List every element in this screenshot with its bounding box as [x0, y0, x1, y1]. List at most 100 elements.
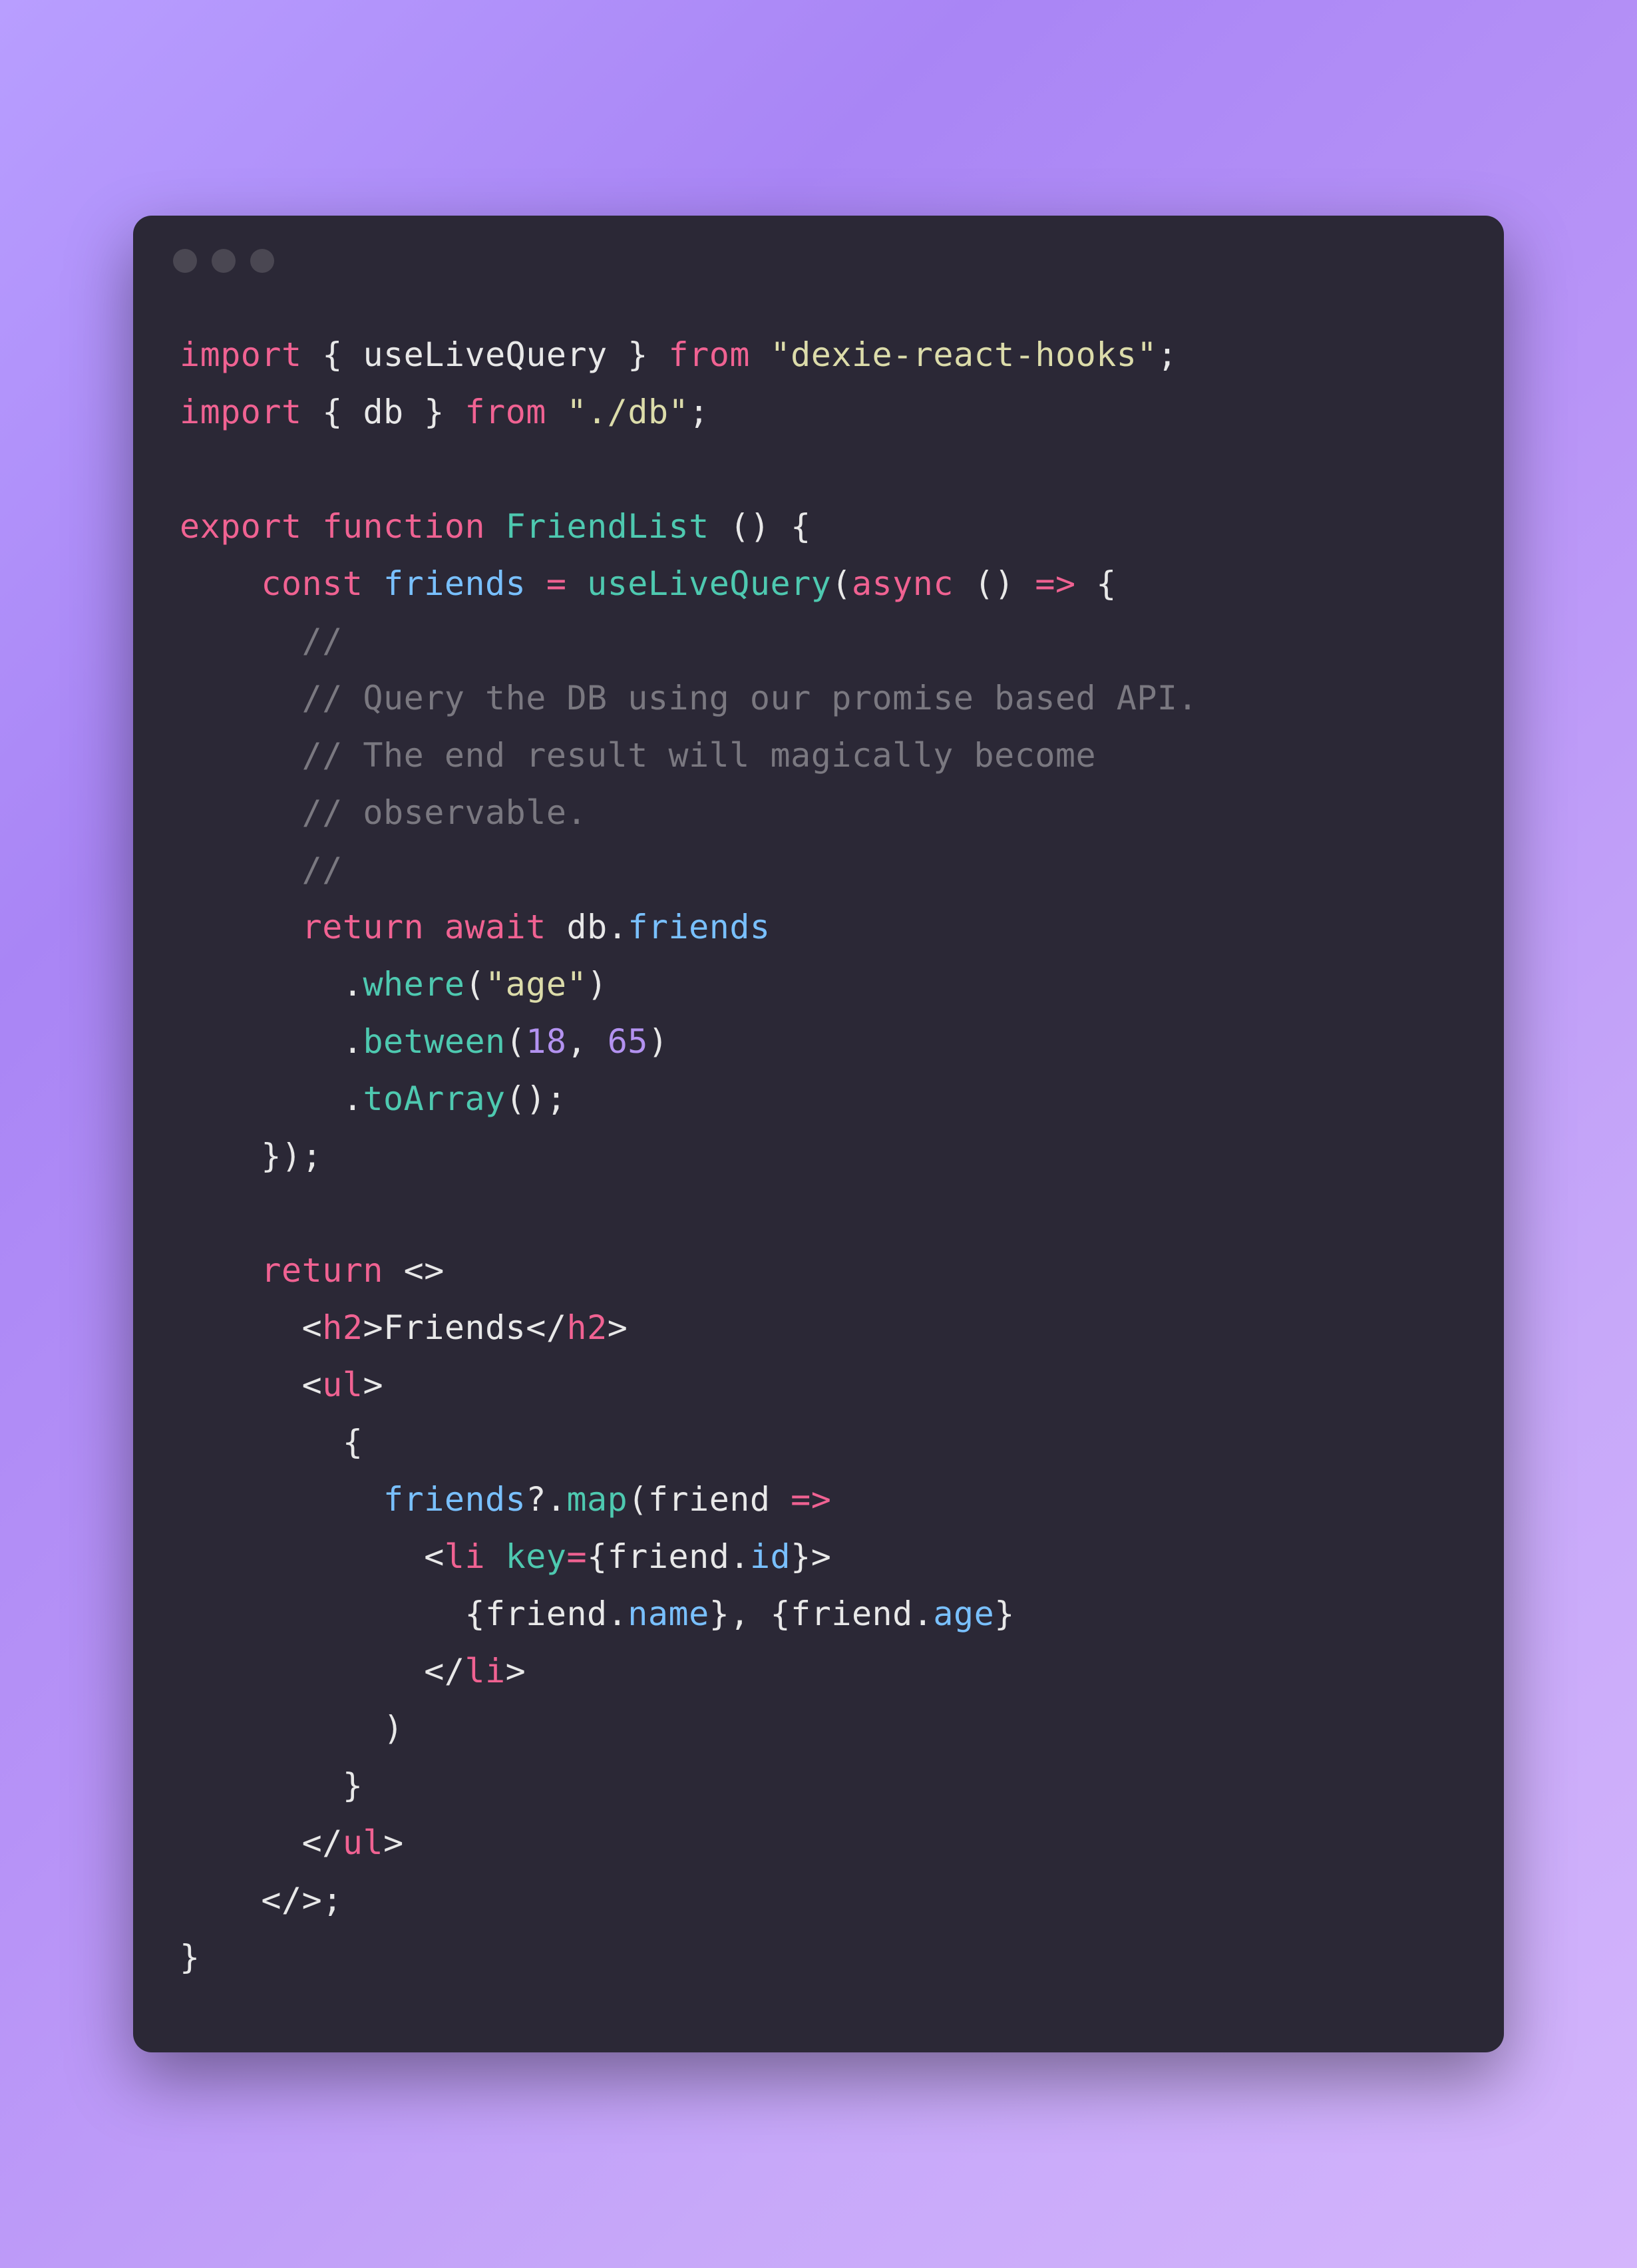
code-token-jsx-angle: </: [302, 1823, 343, 1862]
code-token-string: "dexie-react-hooks": [771, 335, 1157, 374]
code-token-prop: name: [628, 1595, 709, 1633]
code-token-jsx-angle: <: [302, 1366, 323, 1404]
code-token-paren: (): [974, 564, 1015, 603]
code-token-prop: id: [750, 1537, 791, 1576]
code-token-brace: {: [322, 393, 343, 431]
close-icon[interactable]: [173, 249, 197, 273]
minimize-icon[interactable]: [212, 249, 236, 273]
code-token-identifier: friend: [608, 1537, 730, 1576]
code-token-jsx-expr-brace: {: [771, 1595, 791, 1633]
code-token-jsx-angle: <>: [404, 1251, 445, 1290]
code-token-dot: .: [913, 1595, 934, 1633]
code-token-jsx-text: Friends: [383, 1308, 526, 1347]
code-token-jsx-expr-brace: }: [994, 1595, 1015, 1633]
code-token-param: friend: [648, 1480, 771, 1519]
code-token-jsx-angle: >: [608, 1308, 628, 1347]
code-token-eq: =: [566, 1537, 587, 1576]
code-token-kw-return: return: [302, 908, 425, 946]
code-token-jsx-expr-brace: }: [343, 1766, 363, 1805]
code-token-jsx-angle: </: [526, 1308, 566, 1347]
code-token-jsx-angle: >: [811, 1537, 832, 1576]
code-token-jsx-expr-brace: {: [343, 1423, 363, 1461]
code-token-jsx-angle: >: [363, 1366, 383, 1404]
code-token-dot: .: [608, 908, 628, 946]
code-token-dot: .: [343, 1079, 363, 1118]
code-token-number: 65: [608, 1022, 648, 1061]
code-token-kw-await: await: [445, 908, 546, 946]
code-token-kw-return: return: [261, 1251, 383, 1290]
code-token-identifier: db: [566, 908, 607, 946]
code-token-comma: ,: [566, 1022, 587, 1061]
code-token-paren: (): [506, 1079, 546, 1118]
code-token-paren: (: [464, 965, 485, 1004]
code-token-jsx-expr-brace: }: [791, 1537, 811, 1576]
code-token-eq: =: [546, 564, 567, 603]
code-token-arrow: =>: [791, 1480, 831, 1519]
code-token-semi: ;: [546, 1079, 567, 1118]
code-token-brace: }: [261, 1137, 281, 1175]
code-token-kw-import: import: [180, 335, 302, 374]
code-token-kw-from: from: [465, 393, 546, 431]
code-token-comma: ,: [729, 1595, 750, 1633]
code-token-arrow: =>: [1035, 564, 1075, 603]
code-token-prop: age: [933, 1595, 994, 1633]
code-token-dot: .: [546, 1480, 567, 1519]
code-token-semi: ;: [302, 1137, 323, 1175]
code-token-comment: //: [302, 622, 343, 660]
code-token-kw-async: async: [852, 564, 954, 603]
code-token-jsx-angle: >: [363, 1308, 383, 1347]
code-token-jsx-angle: </>: [261, 1881, 322, 1919]
code-token-semi: ;: [689, 393, 709, 431]
code-token-jsx-angle: <: [302, 1308, 323, 1347]
code-token-jsx-angle: >: [383, 1823, 404, 1862]
code-token-semi: ;: [322, 1881, 343, 1919]
code-token-identifier: useLiveQuery: [363, 335, 607, 374]
code-token-identifier: friend: [791, 1595, 913, 1633]
code-token-kw-function: function: [322, 507, 485, 546]
code-token-jsx-tag: li: [464, 1652, 505, 1690]
code-token-jsx-tag: ul: [343, 1823, 383, 1862]
code-token-brace: }: [424, 393, 445, 431]
code-token-comment: // Query the DB using our promise based …: [302, 679, 1198, 717]
code-token-method: where: [363, 965, 464, 1004]
code-token-comment: // The end result will magically become: [302, 736, 1097, 775]
code-token-paren: (: [831, 564, 852, 603]
code-token-paren: ): [383, 1709, 404, 1748]
maximize-icon[interactable]: [250, 249, 274, 273]
code-token-number: 18: [526, 1022, 566, 1061]
code-token-jsx-angle: >: [506, 1652, 526, 1690]
code-token-qmark: ?: [526, 1480, 546, 1519]
code-token-jsx-expr-brace: {: [587, 1537, 608, 1576]
code-token-jsx-tag: ul: [322, 1366, 363, 1404]
code-token-identifier: friend: [485, 1595, 608, 1633]
code-token-dot: .: [343, 1022, 363, 1061]
code-token-brace: }: [180, 1938, 200, 1977]
code-token-paren: ): [587, 965, 608, 1004]
code-token-paren: (): [729, 507, 770, 546]
code-token-paren: (: [628, 1480, 648, 1519]
code-token-brace: }: [628, 335, 648, 374]
code-token-kw-export: export: [180, 507, 302, 546]
code-token-jsx-expr-brace: }: [709, 1595, 730, 1633]
code-token-string: "./db": [567, 393, 689, 431]
code-token-func-name: FriendList: [506, 507, 709, 546]
code-token-method: useLiveQuery: [587, 564, 831, 603]
code-token-jsx-tag: h2: [567, 1308, 608, 1347]
code-token-dot: .: [729, 1537, 750, 1576]
code-content: import { useLiveQuery } from "dexie-reac…: [133, 286, 1504, 2052]
code-token-semi: ;: [1157, 335, 1178, 374]
code-token-comment: // observable.: [302, 793, 587, 832]
code-token-jsx-tag: li: [445, 1537, 485, 1576]
code-token-dot: .: [608, 1595, 628, 1633]
code-token-jsx-angle: </: [424, 1652, 464, 1690]
code-token-jsx-expr-brace: {: [464, 1595, 485, 1633]
code-token-jsx-angle: <: [424, 1537, 445, 1576]
code-token-brace: {: [322, 335, 343, 374]
code-token-method: map: [566, 1480, 628, 1519]
code-token-jsx-attr: key: [506, 1537, 567, 1576]
code-window: import { useLiveQuery } from "dexie-reac…: [133, 216, 1504, 2052]
code-token-kw-const: const: [261, 564, 363, 603]
code-token-paren: (: [506, 1022, 526, 1061]
code-token-kw-import: import: [180, 393, 302, 431]
code-token-string: "age": [485, 965, 587, 1004]
